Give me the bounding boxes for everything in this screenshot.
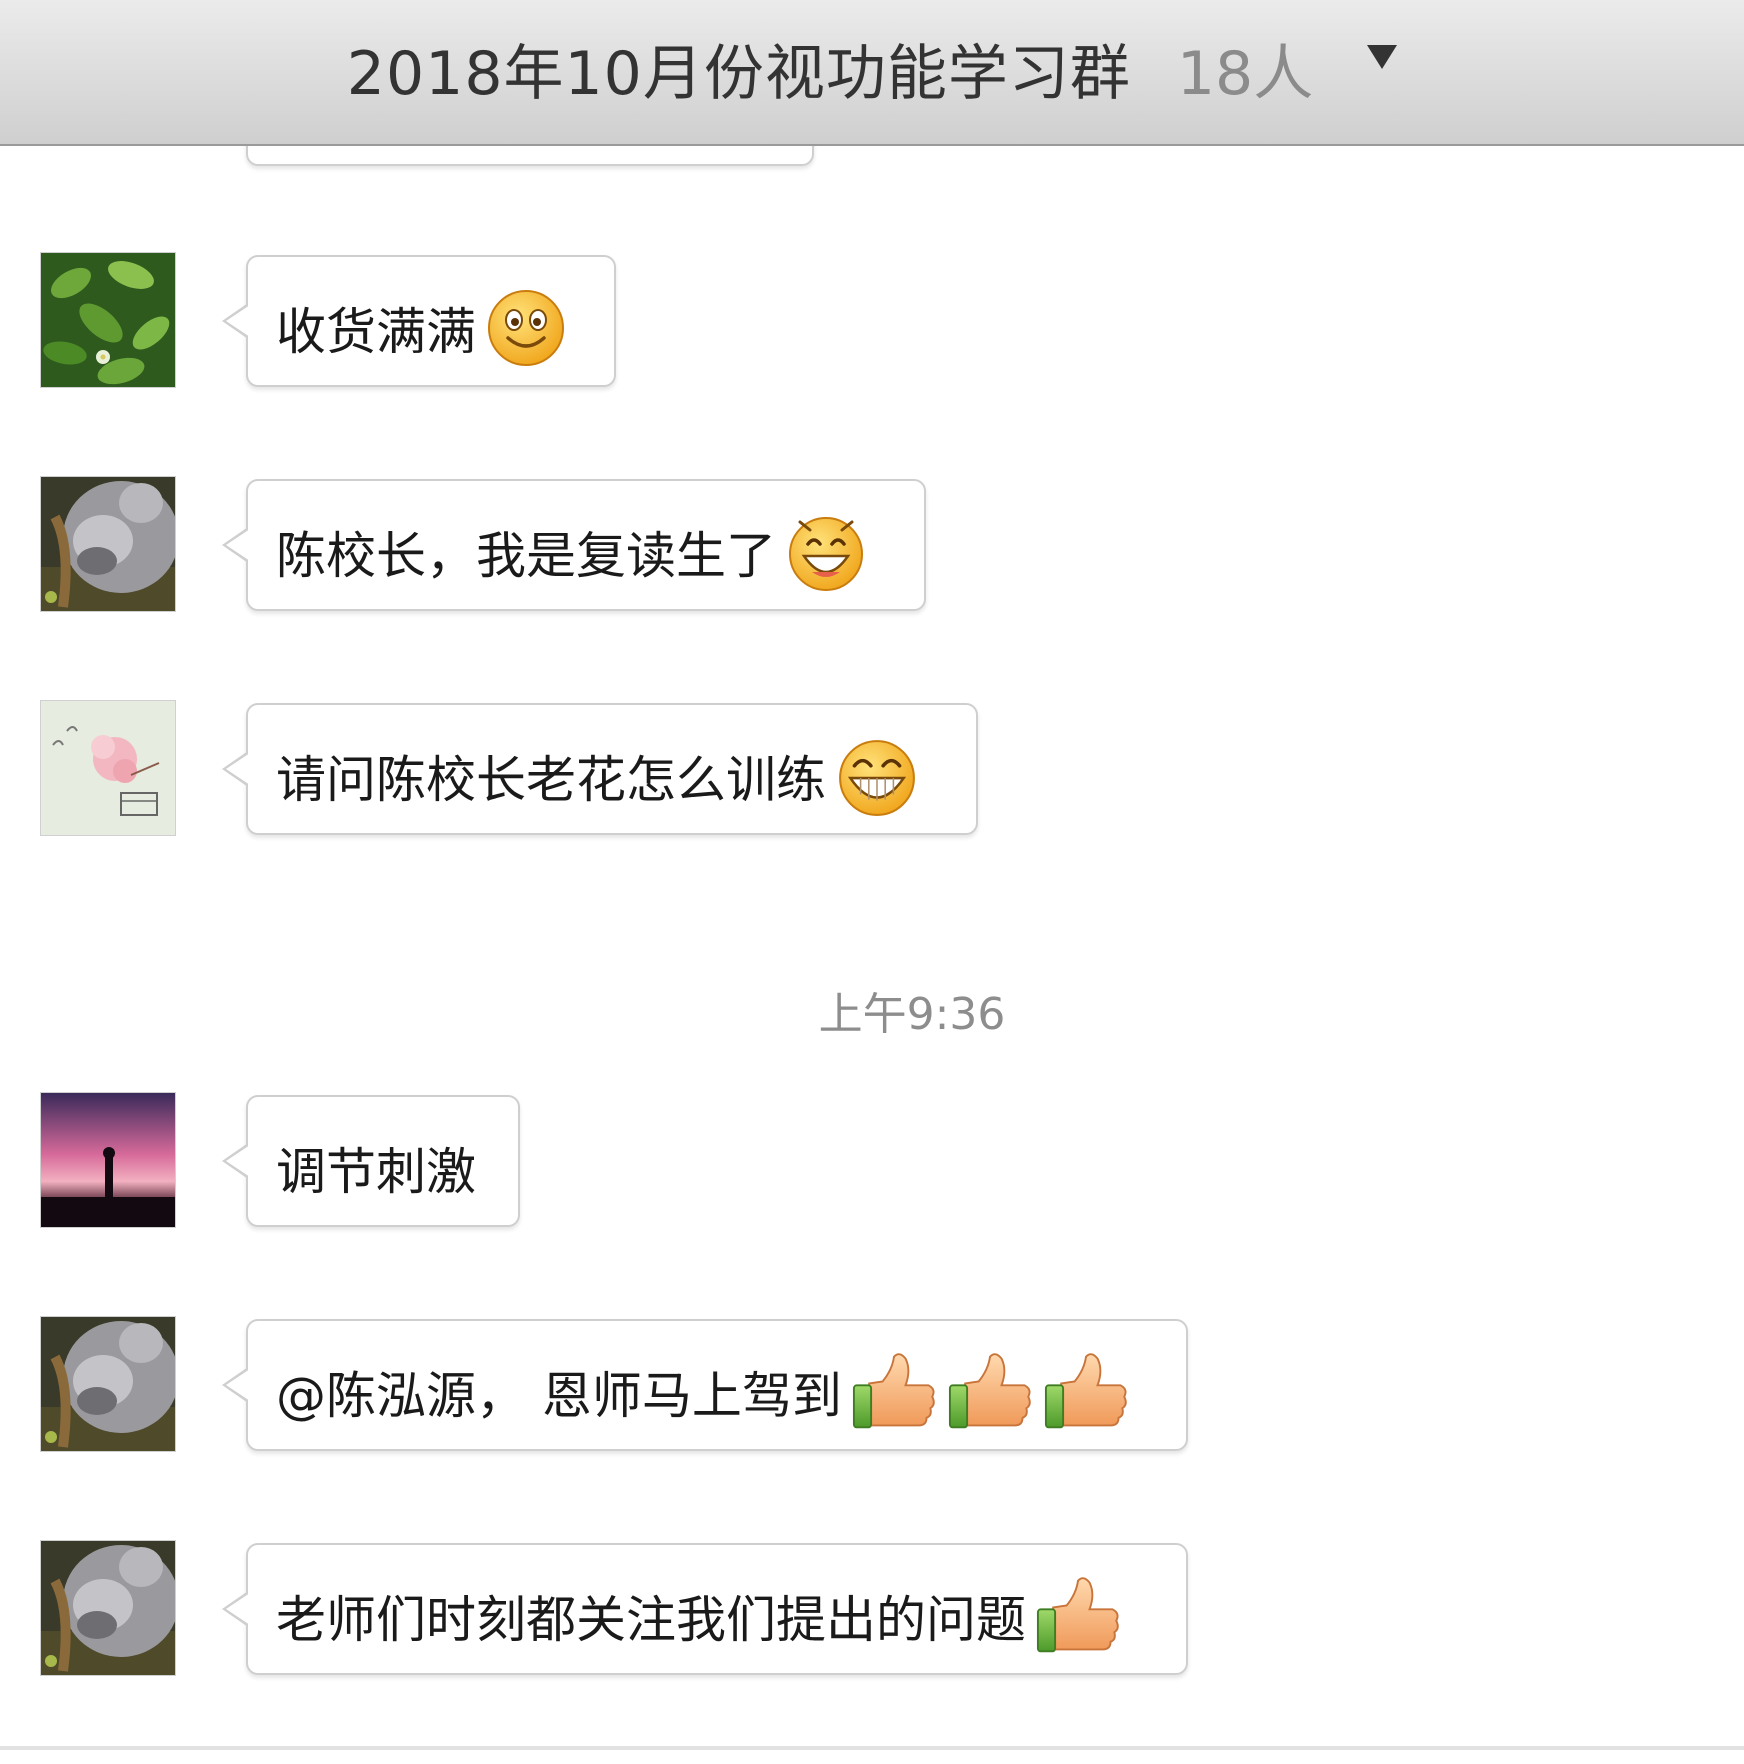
message-bubble: @陈泓源， 恩师马上驾到 [222, 1319, 1188, 1451]
smile-emoji-icon [488, 290, 564, 366]
input-area-divider [0, 1746, 1744, 1750]
thumbs-up-emoji-icon [852, 1353, 935, 1429]
thumbs-up-emoji-icon [1036, 1577, 1119, 1653]
message-bubble: 收货满满 [222, 255, 616, 387]
message-text: 老师们时刻都关注我们提出的问题 [276, 1591, 1026, 1649]
message-timestamp: 上午9:36 [818, 989, 1006, 1040]
big-grin-emoji-icon [839, 740, 915, 816]
koala-avatar[interactable] [40, 476, 176, 612]
message-bubble: 请问陈校长老花怎么训练 [222, 703, 978, 835]
thumbs-up-emoji-icon [948, 1353, 1031, 1429]
message-text: 陈校长，我是复读生了 [276, 527, 776, 585]
koala-avatar[interactable] [40, 1316, 176, 1452]
message-text: 收货满满 [276, 303, 476, 361]
leaves-avatar[interactable] [40, 252, 176, 388]
member-count[interactable]: 18人 [1177, 25, 1313, 112]
message-bubble: 老师们时刻都关注我们提出的问题 [222, 1543, 1188, 1675]
sunset-avatar[interactable] [40, 1092, 176, 1228]
message-text: 调节刺激 [276, 1143, 476, 1201]
dropdown-triangle-icon[interactable] [1367, 45, 1398, 69]
grin-emoji-icon [789, 517, 863, 591]
message-bubble: 调节刺激 [222, 1095, 520, 1227]
flower-sketch-avatar[interactable] [40, 700, 176, 836]
group-title: 2018年10月份视功能学习群 [346, 38, 1131, 109]
message-bubble: 陈校长，我是复读生了 [222, 479, 926, 611]
chat-title-bar: 2018年10月份视功能学习群 18人 [0, 0, 1744, 146]
message-text: 请问陈校长老花怎么训练 [276, 751, 826, 809]
message-text: @陈泓源， 恩师马上驾到 [276, 1367, 842, 1425]
thumbs-up-emoji-icon [1044, 1353, 1127, 1429]
koala-avatar[interactable] [40, 1540, 176, 1676]
